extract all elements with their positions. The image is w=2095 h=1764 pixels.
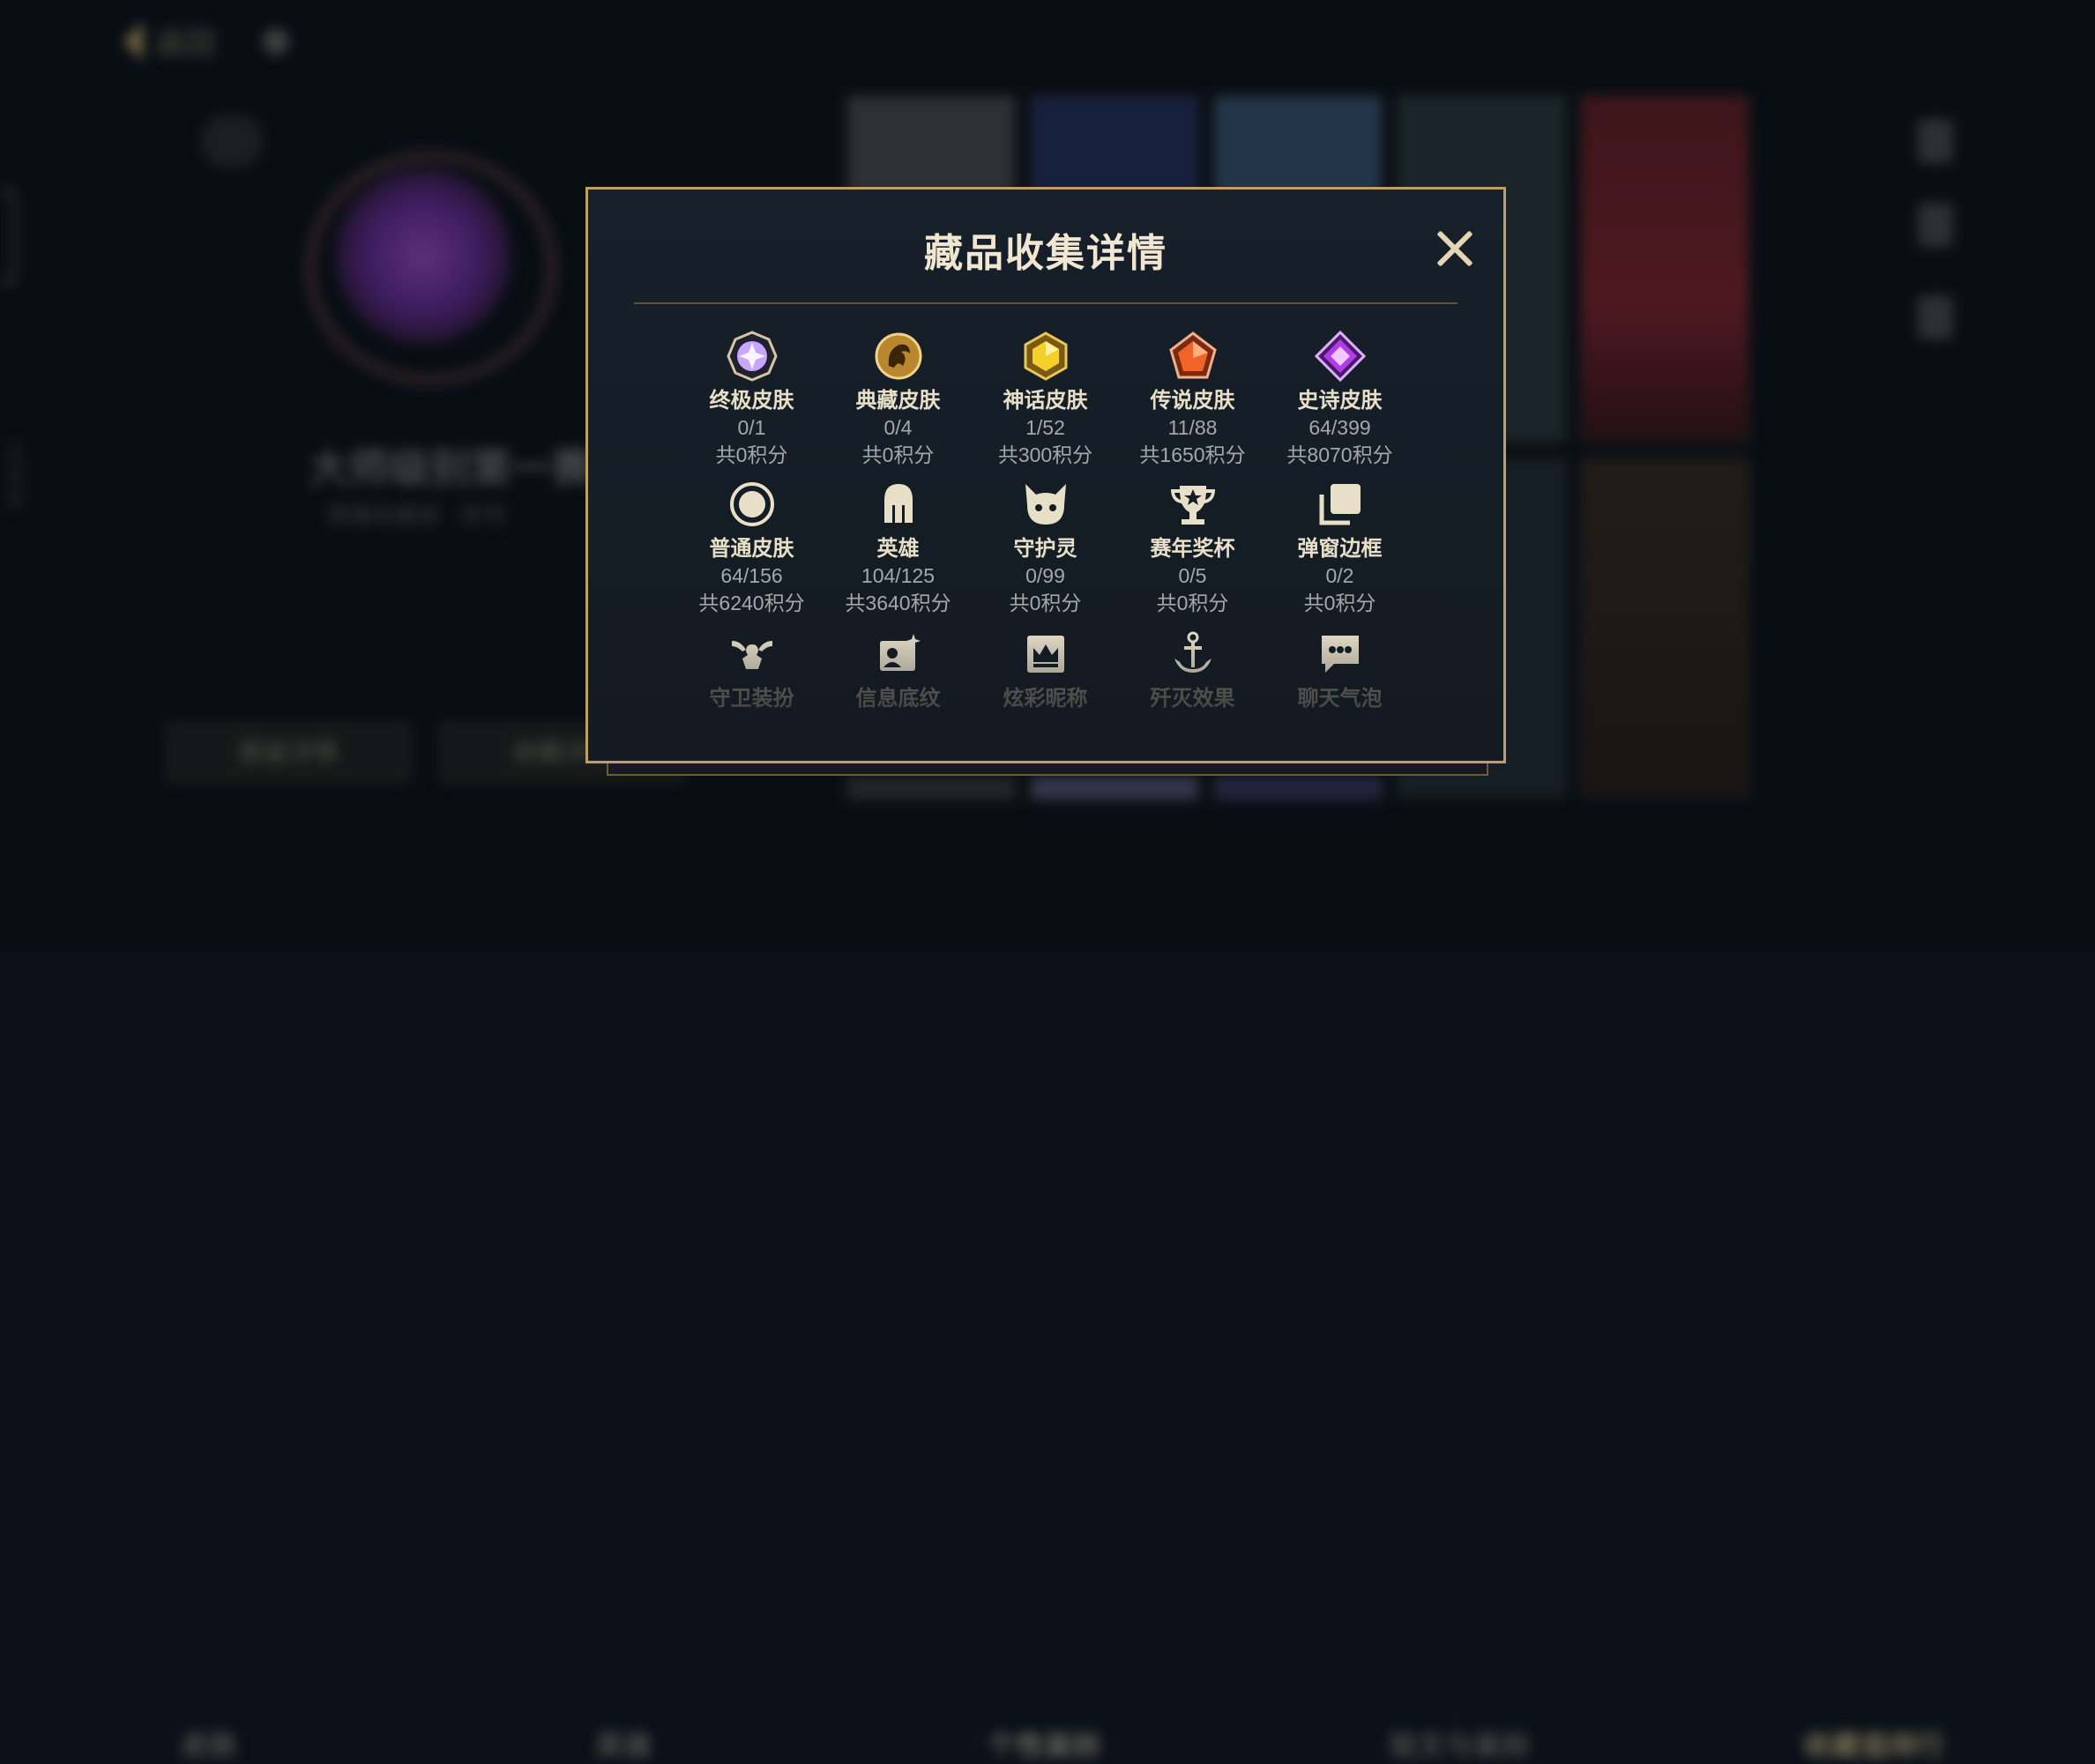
epic-skin-icon [1314, 331, 1366, 382]
nickname-icon [1020, 629, 1071, 680]
item-points: 共0积分 [1303, 592, 1376, 614]
divider [634, 302, 1458, 304]
item-points: 共6240积分 [698, 592, 805, 614]
trophy-icon [1167, 479, 1219, 530]
collection-skin-icon [873, 331, 924, 382]
item-name: 守护灵 [1013, 537, 1077, 561]
item-name: 赛年奖杯 [1150, 537, 1235, 561]
ultimate-skin-icon [726, 331, 778, 382]
chat-bubble-icon [1315, 629, 1366, 680]
item-count: 64/399 [1308, 416, 1371, 439]
item-count: 11/88 [1167, 416, 1218, 439]
item-count: 0/5 [1178, 564, 1207, 587]
collection-item[interactable]: 典藏皮肤 0/4 共0积分 [824, 331, 972, 469]
collection-detail-dialog: 藏品收集详情 终极皮肤 0/1 共0积分 典藏皮肤 0/4 共0积分 神话皮肤 … [585, 187, 1506, 763]
item-count: 0/99 [1025, 564, 1065, 587]
collection-item[interactable]: 史诗皮肤 64/399 共8070积分 [1266, 331, 1413, 469]
collection-item[interactable]: 歼灭效果 [1119, 629, 1266, 712]
collection-item[interactable]: 守护灵 0/99 共0积分 [972, 479, 1119, 617]
item-points: 共0积分 [1156, 592, 1229, 614]
collection-grid: 终极皮肤 0/1 共0积分 典藏皮肤 0/4 共0积分 神话皮肤 1/52 共3… [634, 331, 1458, 745]
item-name: 典藏皮肤 [855, 389, 941, 413]
collection-item[interactable]: 传说皮肤 11/88 共1650积分 [1119, 331, 1266, 469]
collection-item[interactable]: 终极皮肤 0/1 共0积分 [678, 331, 825, 469]
nav-item[interactable]: 英雄 [595, 1723, 652, 1764]
item-name: 普通皮肤 [709, 537, 794, 561]
item-name: 传说皮肤 [1150, 389, 1235, 413]
item-count: 0/4 [883, 416, 913, 439]
item-name: 英雄 [876, 537, 920, 561]
spirit-icon [1020, 479, 1071, 530]
item-name: 守卫装扮 [709, 687, 794, 711]
nav-item[interactable]: 个性装扮 [988, 1723, 1100, 1764]
item-count: 0/2 [1325, 564, 1354, 587]
item-points: 共0积分 [1009, 592, 1082, 614]
hero-helmet-icon [873, 479, 924, 530]
item-name: 史诗皮肤 [1297, 389, 1383, 413]
item-name: 神话皮肤 [1003, 389, 1088, 413]
normal-skin-icon [727, 479, 778, 530]
guardian-outfit-icon [727, 629, 778, 680]
close-icon[interactable] [1435, 228, 1475, 269]
item-points: 共0积分 [861, 443, 935, 466]
item-count: 1/52 [1025, 416, 1065, 439]
item-name: 信息底纹 [855, 687, 941, 711]
myth-skin-icon [1020, 331, 1071, 382]
nav-item[interactable]: 铭文与装扮 [1389, 1723, 1530, 1764]
item-points: 共1650积分 [1139, 443, 1246, 466]
legend-skin-icon [1167, 331, 1219, 382]
dialog-title: 藏品收集详情 [924, 232, 1167, 275]
item-name: 炫彩昵称 [1003, 687, 1088, 711]
nav-item[interactable]: 收藏值排行 [1803, 1723, 1944, 1764]
collection-item[interactable]: 信息底纹 [824, 629, 972, 712]
item-points: 共0积分 [715, 443, 788, 466]
item-name: 弹窗边框 [1297, 537, 1383, 561]
item-points: 共3640积分 [845, 592, 951, 614]
collection-item[interactable]: 聊天气泡 [1266, 629, 1413, 712]
item-count: 64/156 [720, 564, 783, 587]
collection-item[interactable]: 炫彩昵称 [972, 629, 1119, 712]
collection-item[interactable]: 英雄 104/125 共3640积分 [824, 479, 972, 617]
profile-card-icon [873, 629, 924, 680]
item-name: 聊天气泡 [1297, 687, 1383, 711]
item-count: 0/1 [737, 416, 766, 439]
collection-item[interactable]: 普通皮肤 64/156 共6240积分 [678, 479, 825, 617]
item-points: 共8070积分 [1286, 443, 1393, 466]
collection-item[interactable]: 赛年奖杯 0/5 共0积分 [1119, 479, 1266, 617]
nav-item[interactable]: 皮肤 [181, 1723, 237, 1764]
item-points: 共300积分 [997, 443, 1093, 466]
item-count: 104/125 [861, 564, 936, 587]
item-name: 终极皮肤 [709, 389, 794, 413]
collection-item[interactable]: 守卫装扮 [678, 629, 825, 712]
popup-frame-icon [1315, 479, 1366, 530]
collection-item[interactable]: 神话皮肤 1/52 共300积分 [972, 331, 1119, 469]
collection-item[interactable]: 弹窗边框 0/2 共0积分 [1266, 479, 1413, 617]
kill-effect-icon [1167, 629, 1219, 680]
item-name: 歼灭效果 [1150, 687, 1235, 711]
